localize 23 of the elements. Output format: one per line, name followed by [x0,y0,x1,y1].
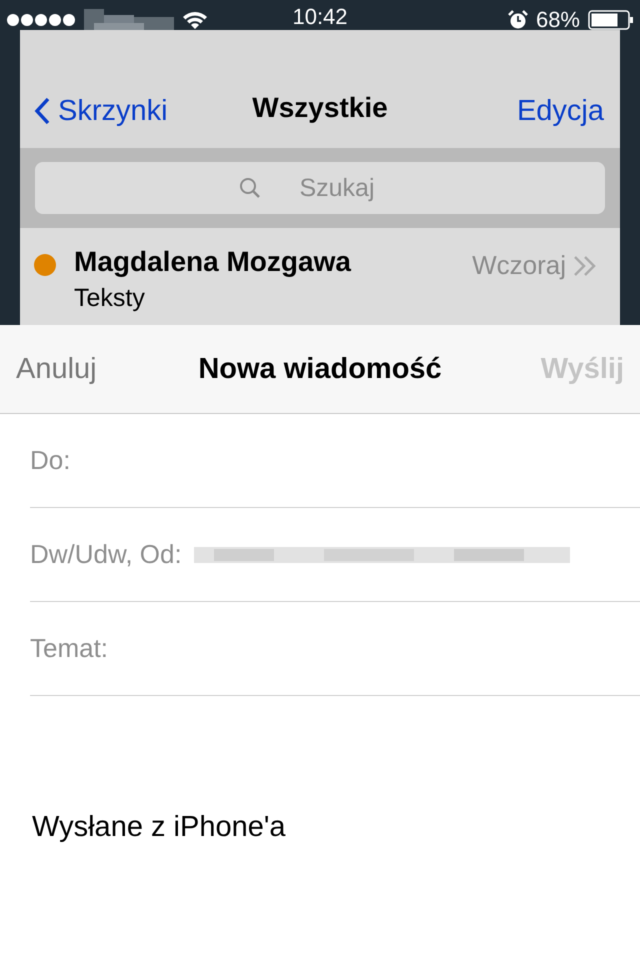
search-icon [238,176,262,200]
message-row[interactable]: Magdalena Mozgawa Teksty Wczoraj [20,228,620,325]
field-label: Dw/Udw, Od: [30,539,182,570]
battery-percent: 68% [536,7,580,33]
compose-title: Nowa wiadomość [198,352,442,386]
signal-icon [6,13,76,27]
edit-button[interactable]: Edycja [516,90,604,128]
message-sender: Magdalena Mozgawa [74,246,351,278]
mailbox-title: Wszystkie [252,92,388,124]
message-date: Wczoraj [472,250,566,281]
search-field[interactable]: Szukaj [35,162,605,214]
field-label: Temat: [30,633,108,664]
status-time: 10:42 [292,4,348,30]
back-button[interactable]: Skrzynki [34,90,168,128]
battery-icon [588,10,634,30]
alarm-icon [508,10,528,30]
signature-text: Wysłane z iPhone'a [32,811,286,843]
cancel-button[interactable]: Anuluj [16,352,97,386]
chevron-icon [572,254,598,278]
field-label: Do: [30,445,70,476]
back-chevron-icon [34,97,50,125]
message-subject: Teksty [74,284,146,313]
wifi-icon [182,10,208,30]
